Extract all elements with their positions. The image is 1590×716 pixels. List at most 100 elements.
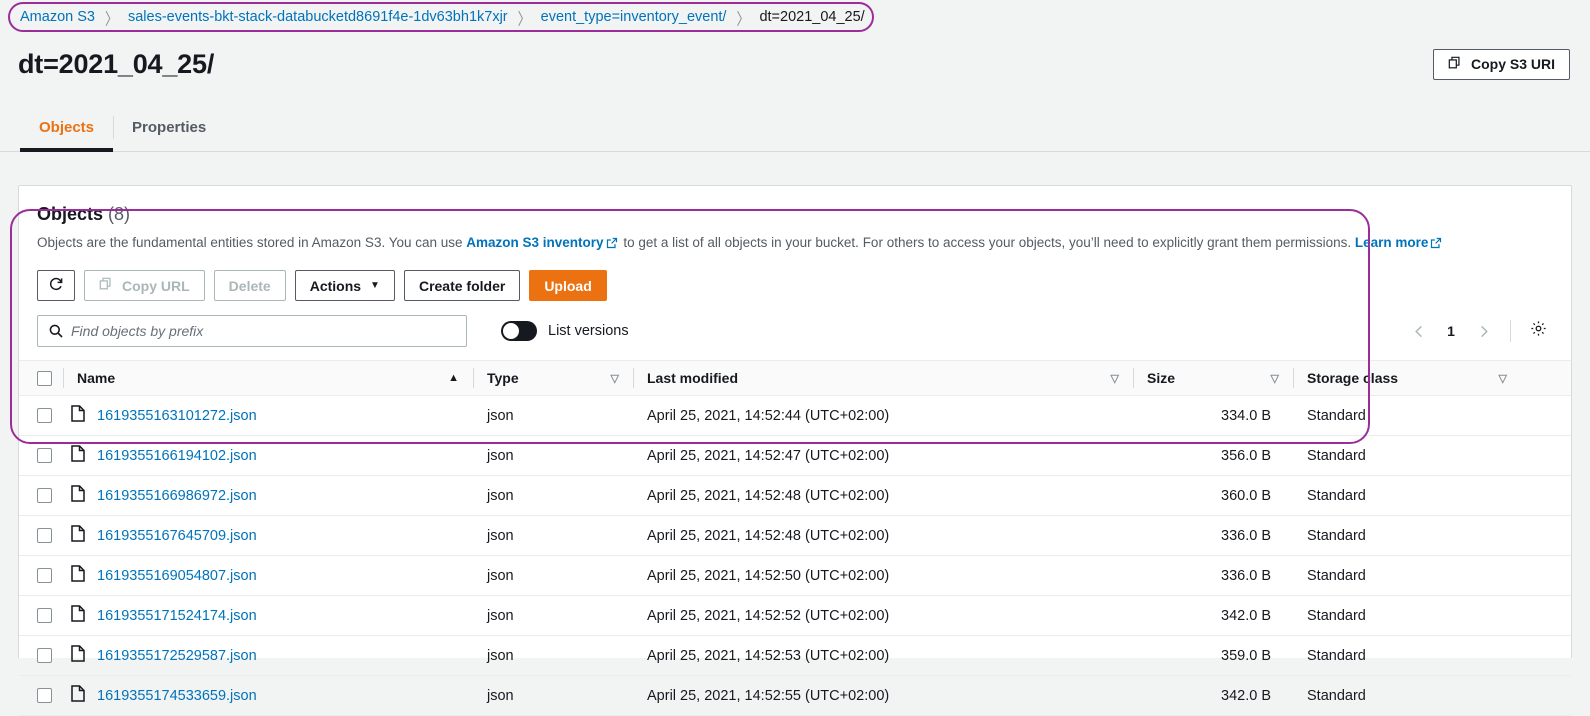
object-last-modified-cell: April 25, 2021, 14:52:53 (UTC+02:00)	[633, 636, 1133, 676]
object-link[interactable]: 1619355169054807.json	[97, 568, 257, 584]
table-row: 1619355171524174.json jsonApril 25, 2021,…	[19, 596, 1571, 636]
table-preferences-button[interactable]	[1523, 316, 1553, 346]
file-icon	[71, 445, 85, 466]
object-link[interactable]: 1619355172529587.json	[97, 648, 257, 664]
copy-url-label: Copy URL	[122, 278, 190, 294]
row-checkbox[interactable]	[37, 448, 52, 463]
row-checkbox[interactable]	[37, 688, 52, 703]
row-checkbox[interactable]	[37, 608, 52, 623]
external-link-icon-2	[1430, 236, 1442, 254]
table-row: 1619355172529587.jsonjsonApril 25, 2021,…	[19, 636, 1571, 676]
learn-more-link[interactable]: Learn more	[1355, 235, 1429, 250]
objects-panel: Objects (8) Objects are the fundamental …	[18, 185, 1572, 658]
select-all-header	[19, 361, 63, 396]
description-text-1: Objects are the fundamental entities sto…	[37, 235, 466, 250]
row-checkbox[interactable]	[37, 568, 52, 583]
objects-panel-header: Objects (8) Objects are the fundamental …	[19, 186, 1571, 254]
row-checkbox[interactable]	[37, 488, 52, 503]
sort-indicator-none[interactable]: ▽	[611, 372, 619, 385]
tab-objects[interactable]: Objects	[20, 104, 113, 151]
gear-icon	[1530, 320, 1547, 342]
object-name-cell: 1619355172529587.json	[63, 636, 473, 676]
breadcrumb-item-1[interactable]: Amazon S3	[20, 9, 95, 25]
column-header-size[interactable]: Size▽	[1133, 361, 1293, 396]
row-spacer-cell	[1521, 636, 1571, 676]
object-name-cell: 1619355163101272.json	[63, 396, 473, 436]
object-size-cell: 342.0 B	[1133, 596, 1293, 636]
copy-s3-uri-button[interactable]: Copy S3 URI	[1433, 49, 1570, 80]
sort-indicator-asc[interactable]: ▲	[448, 372, 459, 384]
search-box[interactable]	[37, 315, 467, 347]
object-type-cell: json	[473, 596, 633, 636]
table-row: 1619355166194102.jsonjsonApril 25, 2021,…	[19, 436, 1571, 476]
object-last-modified-cell: April 25, 2021, 14:52:47 (UTC+02:00)	[633, 436, 1133, 476]
breadcrumb-item-3[interactable]: event_type=inventory_event/	[541, 9, 727, 25]
column-header-last-modified[interactable]: Last modified▽	[633, 361, 1133, 396]
toggle-knob	[503, 323, 519, 339]
sort-indicator-none[interactable]: ▽	[1111, 372, 1119, 385]
row-checkbox[interactable]	[37, 528, 52, 543]
table-row: 1619355174533659.jsonjsonApril 25, 2021,…	[19, 676, 1571, 716]
search-input[interactable]	[38, 316, 466, 346]
refresh-button[interactable]	[37, 270, 75, 301]
file-icon	[71, 485, 85, 506]
upload-button[interactable]: Upload	[529, 270, 606, 301]
object-link[interactable]: 1619355163101272.json	[97, 408, 257, 424]
column-label: Storage class	[1307, 370, 1398, 386]
object-last-modified-cell: April 25, 2021, 14:52:52 (UTC+02:00)	[633, 596, 1133, 636]
row-checkbox[interactable]	[37, 648, 52, 663]
copy-icon-url	[99, 277, 113, 294]
row-select-cell	[19, 436, 63, 476]
objects-table: Name▲Type▽Last modified▽Size▽Storage cla…	[19, 360, 1571, 716]
prev-page-button[interactable]	[1404, 316, 1434, 346]
column-header-type[interactable]: Type ▽	[473, 361, 633, 396]
column-label: Type	[487, 370, 519, 386]
row-spacer-cell	[1521, 396, 1571, 436]
breadcrumb-separator: 〉	[518, 5, 531, 29]
object-link[interactable]: 1619355174533659.json	[97, 688, 257, 704]
row-spacer-cell	[1521, 436, 1571, 476]
objects-count: (8)	[108, 204, 130, 224]
select-all-checkbox[interactable]	[37, 371, 52, 386]
create-folder-button[interactable]: Create folder	[404, 270, 520, 301]
tab-properties[interactable]: Properties	[113, 104, 225, 151]
create-folder-label: Create folder	[419, 278, 505, 294]
next-page-button[interactable]	[1468, 316, 1498, 346]
amazon-s3-inventory-link[interactable]: Amazon S3 inventory	[466, 235, 603, 250]
list-versions-label: List versions	[548, 323, 629, 339]
object-type-cell: json	[473, 676, 633, 716]
column-header-storage-class[interactable]: Storage class ▽	[1293, 361, 1521, 396]
row-checkbox[interactable]	[37, 408, 52, 423]
toggle-switch[interactable]	[501, 321, 537, 341]
column-header-name[interactable]: Name▲	[63, 361, 473, 396]
object-last-modified-cell: April 25, 2021, 14:52:48 (UTC+02:00)	[633, 476, 1133, 516]
actions-label: Actions	[310, 278, 361, 294]
actions-dropdown-button[interactable]: Actions ▼	[295, 270, 395, 301]
objects-toolbar: Copy URL Delete Actions ▼ Create folder …	[19, 254, 1571, 301]
sort-indicator-none[interactable]: ▽	[1271, 372, 1279, 385]
object-size-cell: 336.0 B	[1133, 516, 1293, 556]
object-storage-class-cell: Standard	[1293, 516, 1521, 556]
objects-heading-label: Objects	[37, 204, 103, 224]
objects-table-head: Name▲Type▽Last modified▽Size▽Storage cla…	[19, 361, 1571, 396]
object-link[interactable]: 1619355171524174.json	[97, 608, 257, 624]
object-link[interactable]: 1619355166986972.json	[97, 488, 257, 504]
row-select-cell	[19, 476, 63, 516]
row-select-cell	[19, 596, 63, 636]
page-number-1[interactable]: 1	[1438, 316, 1464, 346]
object-name-cell: 1619355174533659.json	[63, 676, 473, 716]
object-link[interactable]: 1619355166194102.json	[97, 448, 257, 464]
object-storage-class-cell: Standard	[1293, 476, 1521, 516]
object-link[interactable]: 1619355167645709.json	[97, 528, 257, 544]
refresh-icon	[48, 276, 64, 295]
list-versions-toggle[interactable]: List versions	[501, 321, 629, 341]
object-storage-class-cell: Standard	[1293, 556, 1521, 596]
row-spacer-cell	[1521, 676, 1571, 716]
delete-button[interactable]: Delete	[214, 270, 286, 301]
table-row: 1619355163101272.jsonjsonApril 25, 2021,…	[19, 396, 1571, 436]
file-icon	[71, 605, 85, 626]
sort-indicator-none[interactable]: ▽	[1498, 372, 1506, 385]
breadcrumb-item-2[interactable]: sales-events-bkt-stack-databucketd8691f4…	[128, 9, 508, 25]
copy-url-button[interactable]: Copy URL	[84, 270, 205, 301]
object-type-cell: json	[473, 556, 633, 596]
